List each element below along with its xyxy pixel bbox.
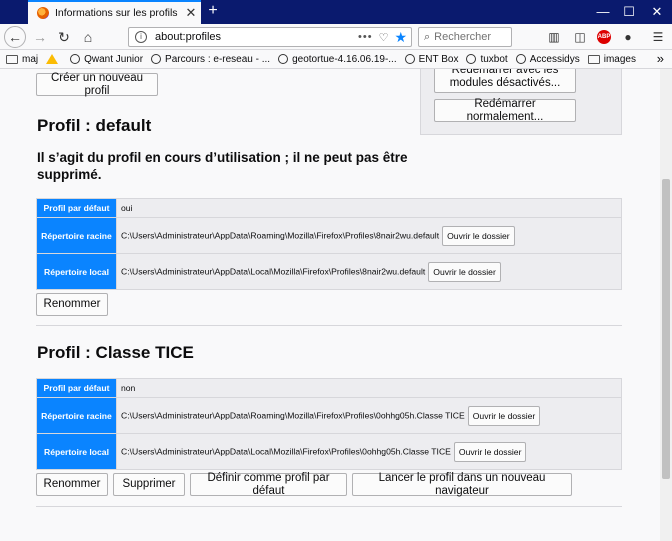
globe-icon [466,54,477,64]
bookmark-geotortue[interactable]: geotortue-4.16.06.19-... [278,54,397,65]
forward-button[interactable]: → [30,27,50,47]
tab-profiles[interactable]: Informations sur les profils ✕ [28,0,201,24]
row-label: Répertoire racine [36,217,117,254]
bookmark-drive[interactable] [46,54,62,64]
row-value: C:\Users\Administrateur\AppData\Local\Mo… [121,265,426,276]
globe-icon [278,54,289,64]
row-label: Répertoire racine [36,397,117,434]
profile-default-table: Profil par défaut oui Répertoire racine … [36,198,622,290]
profile-tice-table: Profil par défaut non Répertoire racine … [36,378,622,470]
current-profile-warning: Il s’agit du profil en cours d’utilisati… [37,150,408,182]
new-tab-button[interactable]: + [204,1,222,21]
search-placeholder: Rechercher [434,31,492,43]
sidebar-icon[interactable]: ◫ [572,29,588,45]
table-row: Répertoire racine C:\Users\Administrateu… [36,217,622,254]
maximize-button[interactable]: ☐ [614,0,644,24]
bookmarks-bar: maj Qwant Junior Parcours : e-reseau - .… [0,50,672,69]
bookmark-ent-box[interactable]: ENT Box [404,54,458,65]
table-row: Profil par défaut non [36,378,622,398]
page-content: Créer un nouveau profil Redémarrer avec … [0,69,660,541]
tab-close-icon[interactable]: ✕ [181,5,201,21]
firefox-icon [37,7,49,19]
scrollbar-thumb[interactable] [662,179,670,479]
url-bar[interactable]: i about:profiles ••• ♡ ★ [128,27,412,47]
home-button[interactable]: ⌂ [78,27,98,47]
divider [36,325,622,326]
row-label: Répertoire local [36,433,117,470]
open-folder-button[interactable]: Ouvrir le dossier [442,225,515,246]
rename-default-button[interactable]: Renommer [36,293,108,316]
globe-icon [151,54,162,64]
row-value: C:\Users\Administrateur\AppData\Roaming\… [121,409,465,420]
restart-normal-button[interactable]: Redémarrer normalement... [434,98,576,123]
bookmark-star-icon[interactable]: ★ [394,29,407,46]
set-default-button[interactable]: Définir comme profil par défaut [190,472,347,497]
library-icon[interactable]: ▥ [546,29,562,45]
profile-tice-title: Profil : Classe TICE [37,343,194,362]
pocket-icon[interactable]: ♡ [379,31,389,44]
globe-icon [515,54,526,64]
google-drive-icon [46,54,59,64]
restart-no-modules-button[interactable]: Redémarrer avec les modules désactivés..… [434,69,576,93]
folder-icon [6,54,18,64]
rename-tice-button[interactable]: Renommer [36,473,108,496]
row-value: oui [116,198,622,218]
launch-profile-button[interactable]: Lancer le profil dans un nouveau navigat… [352,472,572,497]
title-bar: Informations sur les profils ✕ + — ☐ ✕ [0,0,672,24]
create-profile-button[interactable]: Créer un nouveau profil [36,72,158,97]
folder-icon [587,54,600,64]
reload-button[interactable]: ↻ [54,27,74,47]
bookmark-images[interactable]: images [587,54,636,65]
bookmarks-overflow-icon[interactable]: » [657,51,664,66]
table-row: Profil par défaut oui [36,198,622,218]
adblock-icon[interactable]: ABP [597,30,611,44]
bookmark-parcours[interactable]: Parcours : e-reseau - ... [151,54,270,65]
scrollbar[interactable] [660,69,672,541]
close-window-button[interactable]: ✕ [642,0,672,24]
row-label: Profil par défaut [36,378,117,398]
extension-icon[interactable]: ● [620,29,636,45]
divider [36,506,622,507]
back-button[interactable]: ← [4,26,26,48]
tab-title: Informations sur les profils [55,7,178,19]
table-row: Répertoire racine C:\Users\Administrateu… [36,397,622,434]
open-folder-button[interactable]: Ouvrir le dossier [428,261,501,282]
bookmark-tuxbot[interactable]: tuxbot [466,54,508,65]
bookmark-maj[interactable]: maj [6,54,38,65]
bookmark-qwant[interactable]: Qwant Junior [70,54,143,65]
bookmark-accessidys[interactable]: Accessidys [515,54,580,65]
info-icon[interactable]: i [135,31,147,43]
delete-profile-button[interactable]: Supprimer [113,473,185,496]
table-row: Répertoire local C:\Users\Administrateur… [36,433,622,470]
row-label: Répertoire local [36,253,117,290]
open-folder-button[interactable]: Ouvrir le dossier [453,441,527,462]
row-value: C:\Users\Administrateur\AppData\Roaming\… [121,229,440,240]
globe-icon [70,54,81,64]
profile-default-title: Profil : default [37,116,152,135]
page-actions-icon[interactable]: ••• [358,31,373,43]
search-field[interactable]: ⌕ Rechercher [418,27,512,47]
search-icon: ⌕ [424,30,431,43]
globe-icon [404,54,415,64]
restart-panel: Redémarrer avec les modules désactivés..… [420,69,622,135]
url-text[interactable]: about:profiles [155,31,358,43]
row-value: non [116,378,622,398]
row-label: Profil par défaut [36,198,117,218]
open-folder-button[interactable]: Ouvrir le dossier [467,405,541,426]
row-value: C:\Users\Administrateur\AppData\Local\Mo… [121,445,451,456]
table-row: Répertoire local C:\Users\Administrateur… [36,253,622,290]
menu-icon[interactable]: ☰ [650,29,666,45]
nav-bar: ← → ↻ ⌂ i about:profiles ••• ♡ ★ ⌕ Reche… [0,24,672,50]
